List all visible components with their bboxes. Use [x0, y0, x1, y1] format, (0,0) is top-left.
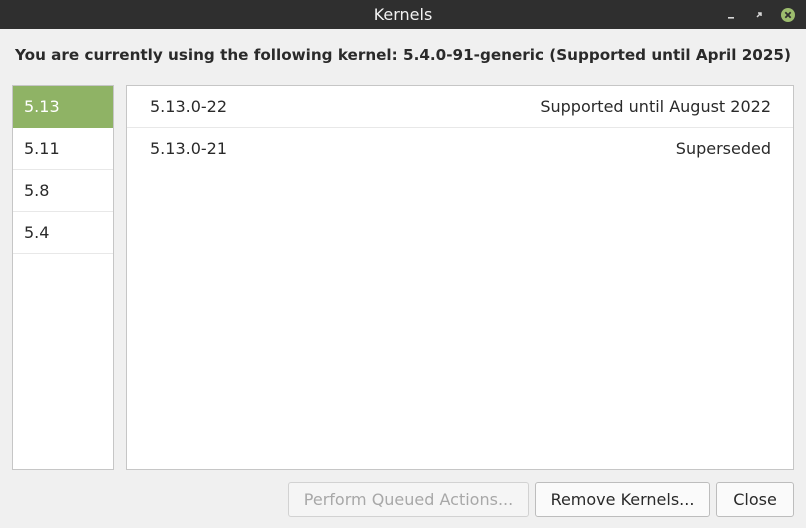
kernels-window: Kernels You are currently using the foll… — [0, 0, 806, 528]
remove-kernels-button[interactable]: Remove Kernels... — [535, 482, 710, 517]
kernel-row[interactable]: 5.13.0-21 Superseded — [127, 128, 793, 170]
close-icon — [781, 8, 795, 22]
version-item-5-13[interactable]: 5.13 — [13, 86, 113, 128]
version-item-5-4[interactable]: 5.4 — [13, 212, 113, 254]
version-item-5-11[interactable]: 5.11 — [13, 128, 113, 170]
title-bar[interactable]: Kernels — [0, 0, 806, 29]
version-label: 5.4 — [24, 223, 50, 242]
kernel-list: 5.13.0-22 Supported until August 2022 5.… — [126, 85, 794, 470]
kernel-name: 5.13.0-22 — [150, 97, 228, 116]
kernel-status: Superseded — [675, 139, 771, 158]
window-title: Kernels — [373, 5, 433, 24]
maximize-button[interactable] — [751, 7, 767, 23]
close-button[interactable]: Close — [716, 482, 794, 517]
version-list: 5.13 5.11 5.8 5.4 — [12, 85, 114, 470]
version-item-5-8[interactable]: 5.8 — [13, 170, 113, 212]
close-window-button[interactable] — [780, 7, 796, 23]
maximize-icon — [756, 12, 762, 18]
minimize-button[interactable] — [723, 7, 739, 23]
perform-queued-actions-button[interactable]: Perform Queued Actions... — [288, 482, 529, 517]
current-kernel-heading: You are currently using the following ke… — [15, 46, 791, 64]
kernel-status: Supported until August 2022 — [540, 97, 771, 116]
version-label: 5.13 — [24, 97, 60, 116]
kernel-name: 5.13.0-21 — [150, 139, 228, 158]
minimize-icon — [728, 17, 734, 19]
kernel-row[interactable]: 5.13.0-22 Supported until August 2022 — [127, 86, 793, 128]
version-label: 5.11 — [24, 139, 60, 158]
version-label: 5.8 — [24, 181, 50, 200]
